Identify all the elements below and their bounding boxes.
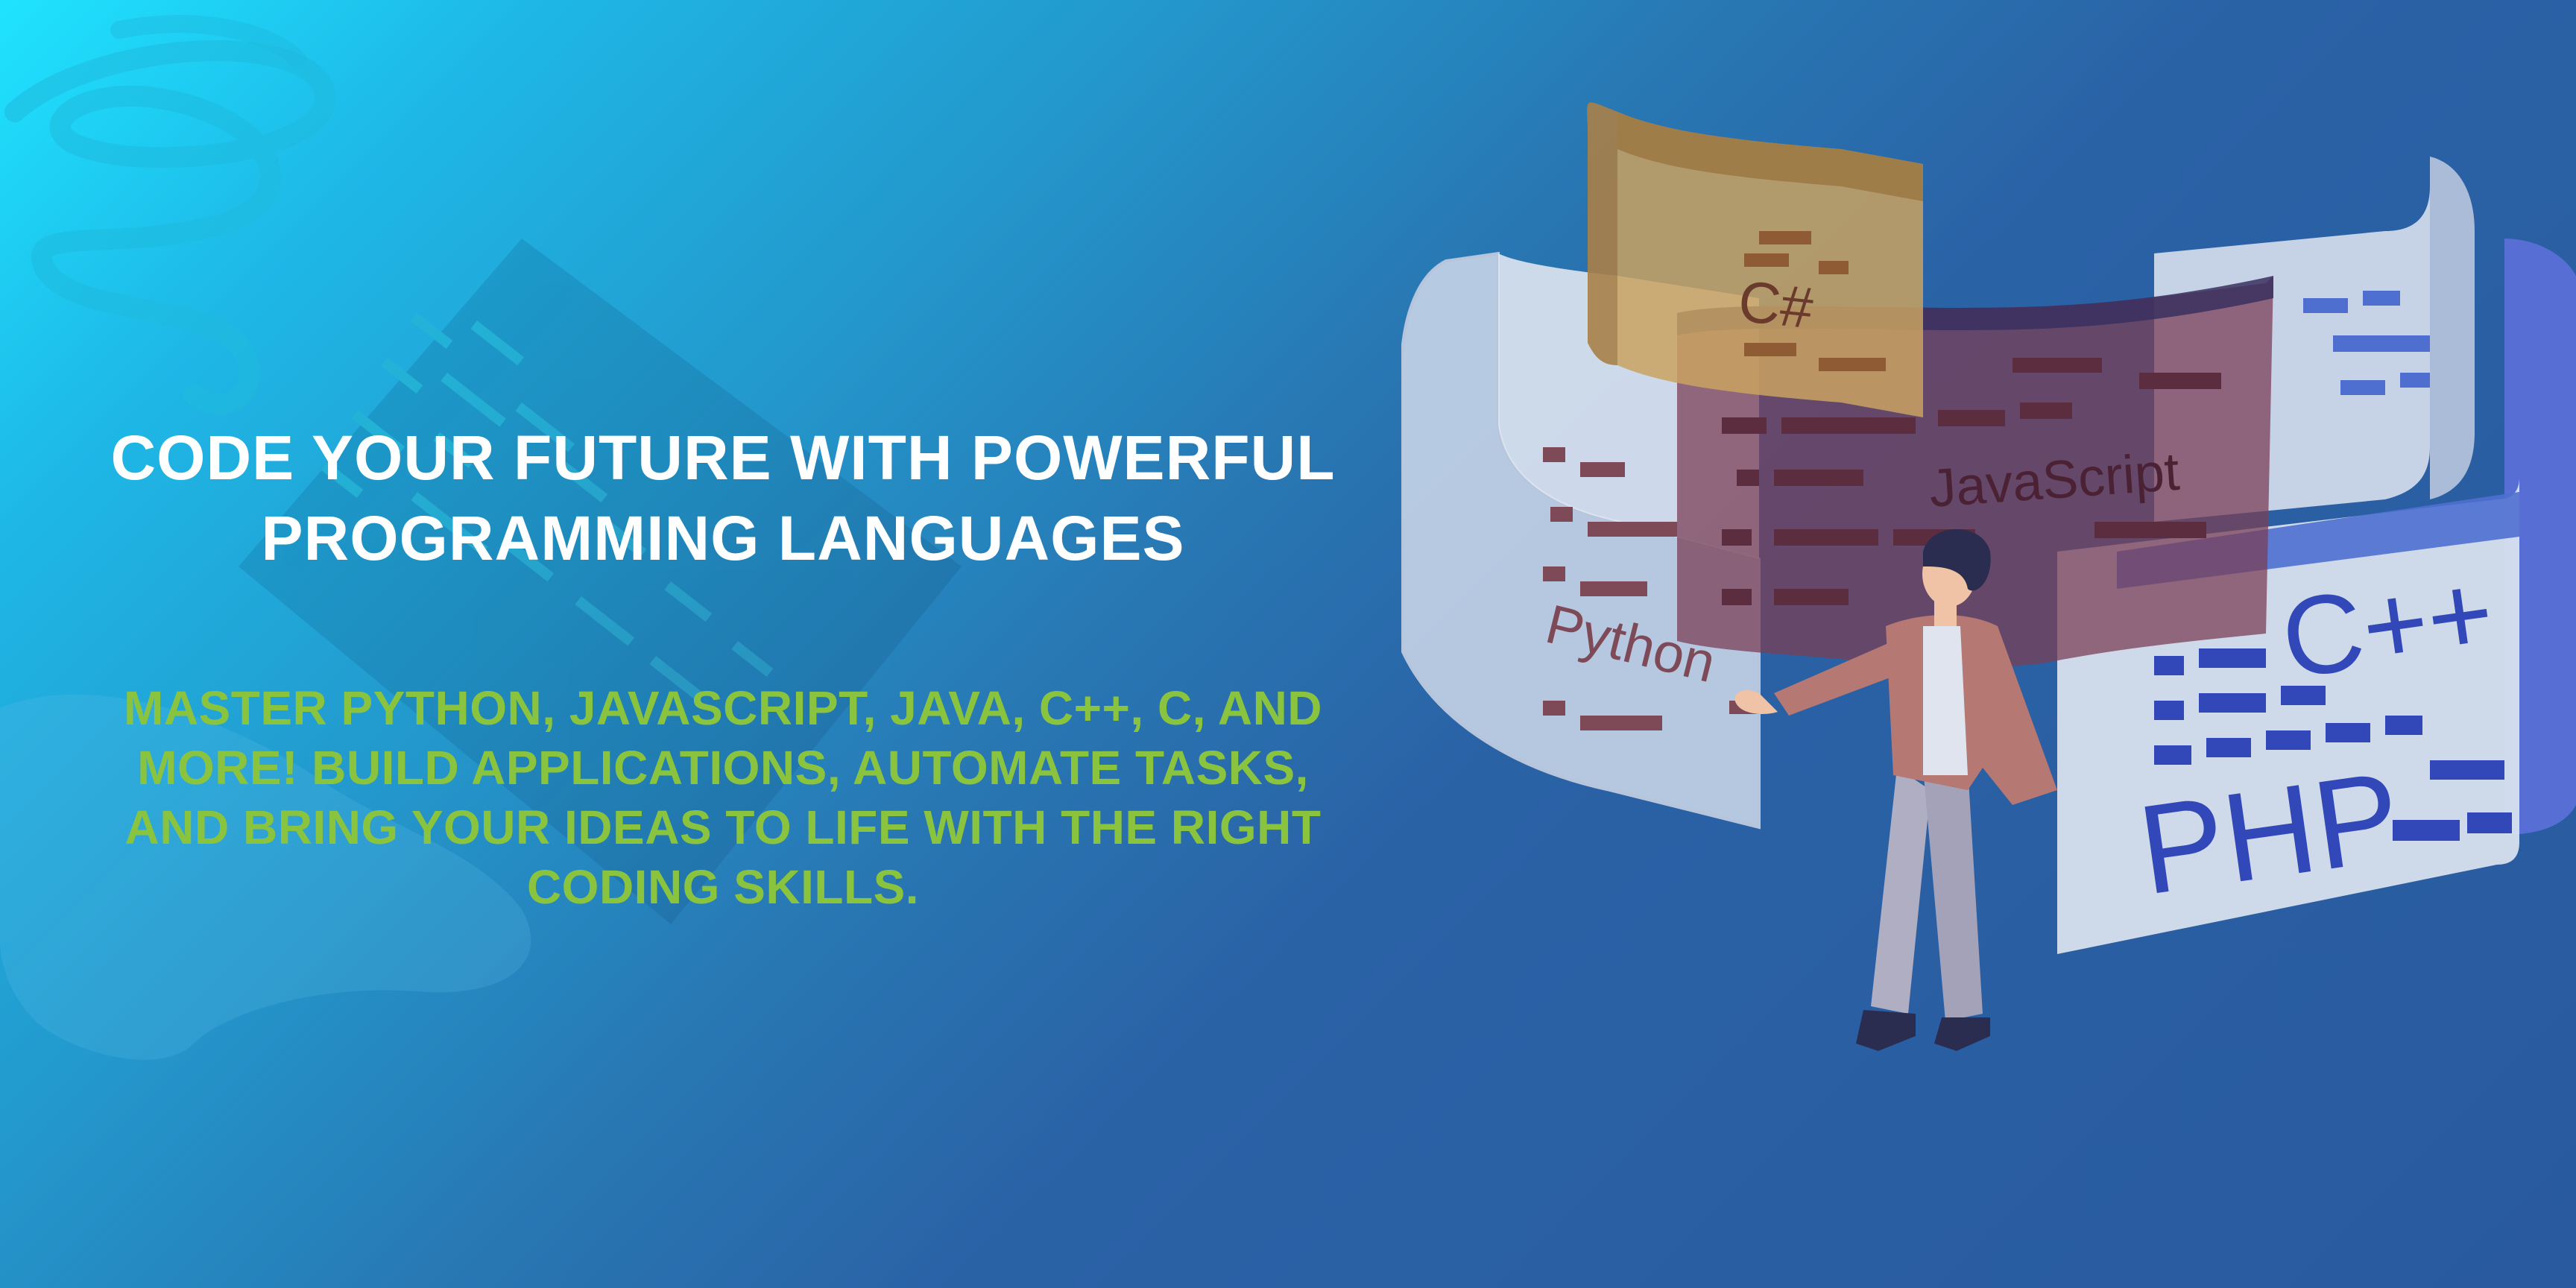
swirl-doodle-icon: [4, 40, 336, 414]
csharp-label: C#: [1735, 268, 1816, 341]
hero-headline: CODE YOUR FUTURE WITH POWERFUL PROGRAMMI…: [110, 423, 1336, 573]
hero-subheadline: MASTER PYTHON, JAVASCRIPT, JAVA, C++, C,…: [124, 681, 1322, 914]
programming-illustration: Python C++ PHP JavaScript C#: [1401, 102, 2576, 1051]
csharp-panel: C#: [1587, 102, 1923, 417]
